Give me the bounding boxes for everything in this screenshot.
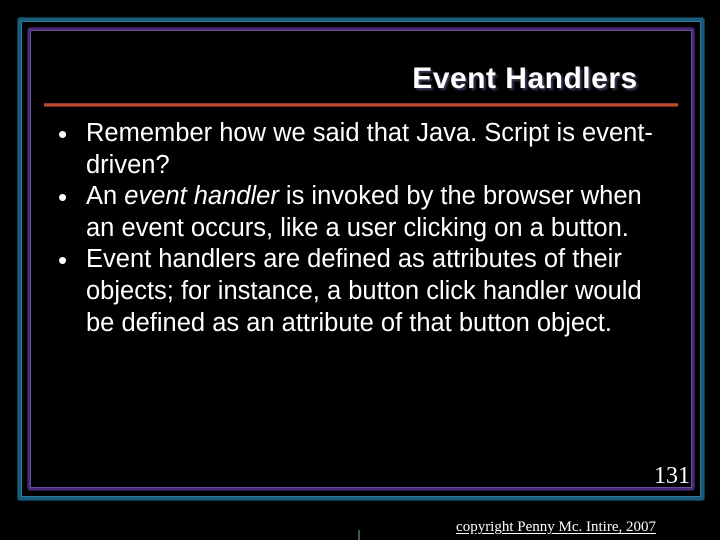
title-underline xyxy=(44,103,678,106)
slide-title: Event Handlers xyxy=(370,62,680,96)
page-number: 131 xyxy=(654,463,690,490)
slide-body: Remember how we said that Java. Script i… xyxy=(56,118,674,339)
bullet-text: Event handlers are defined as attributes… xyxy=(86,245,642,336)
list-item: Remember how we said that Java. Script i… xyxy=(56,118,674,181)
bottom-tick xyxy=(358,530,360,540)
slide: Event Handlers Remember how we said that… xyxy=(0,0,720,540)
list-item: An event handler is invoked by the brows… xyxy=(56,181,674,244)
bullet-text: An xyxy=(86,182,124,210)
bullet-list: Remember how we said that Java. Script i… xyxy=(56,118,674,339)
bottom-bar: copyright Penny Mc. Intire, 2007 xyxy=(0,514,720,540)
bullet-em: event handler xyxy=(124,182,279,210)
list-item: Event handlers are defined as attributes… xyxy=(56,244,674,339)
bullet-text: Remember how we said that Java. Script i… xyxy=(86,119,653,179)
copyright-text: copyright Penny Mc. Intire, 2007 xyxy=(456,519,656,536)
